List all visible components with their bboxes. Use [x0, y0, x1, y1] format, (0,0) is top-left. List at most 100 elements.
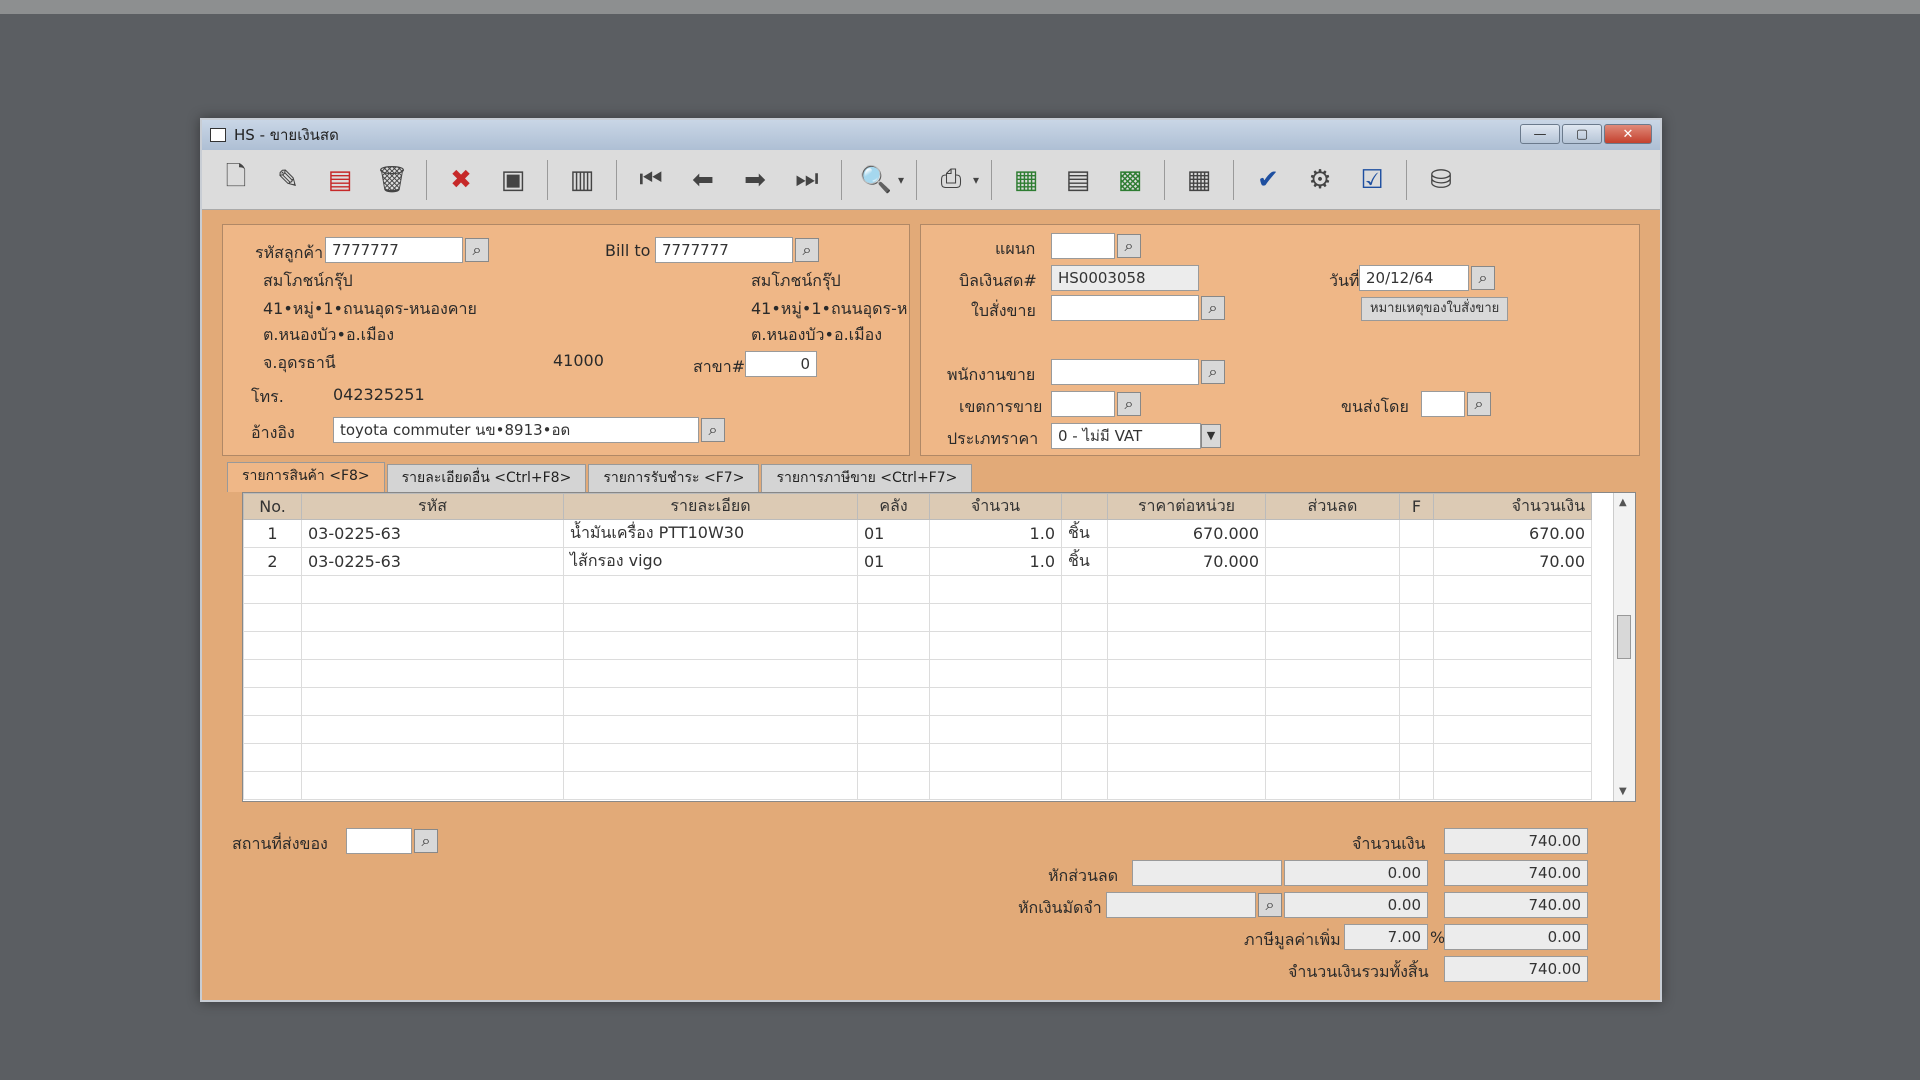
scroll-up-icon[interactable]: ▲: [1619, 497, 1627, 508]
scroll-thumb[interactable]: [1617, 615, 1631, 659]
scroll-down-icon[interactable]: ▼: [1619, 786, 1627, 797]
order-note-button[interactable]: หมายเหตุของใบสั่งขาย: [1361, 297, 1509, 321]
ship-by-search-icon[interactable]: ⌕: [1467, 392, 1491, 416]
branch-field[interactable]: 0: [745, 351, 817, 377]
col-code[interactable]: รหัส: [301, 493, 564, 520]
edit-icon[interactable]: ✎: [266, 158, 310, 202]
sales-order-search-icon[interactable]: ⌕: [1201, 296, 1225, 320]
col-unit-price[interactable]: ราคาต่อหน่วย: [1107, 493, 1266, 520]
department-field[interactable]: [1051, 233, 1115, 259]
salesman-field[interactable]: [1051, 359, 1199, 385]
network-icon[interactable]: ⛁: [1419, 158, 1463, 202]
col-f[interactable]: F: [1399, 493, 1434, 520]
reference-label: อ้างอิง: [251, 423, 295, 442]
first-record-icon[interactable]: ⏮: [629, 158, 673, 202]
tab-sales-tax[interactable]: รายการภาษีขาย <Ctrl+F7>: [761, 464, 973, 492]
next-icon[interactable]: ➡: [733, 158, 777, 202]
row-description[interactable]: น้ำมันเครื่อง PTT10W30: [563, 519, 858, 548]
row-code[interactable]: 03-0225-63: [301, 519, 564, 548]
tools-icon[interactable]: ⚙: [1298, 158, 1342, 202]
printer-dropdown-icon[interactable]: ▾: [973, 173, 979, 187]
table-row[interactable]: 2 03-0225-63 ไส้กรอง vigo 01 1.0 ชิ้น 70…: [243, 547, 1592, 576]
close-button[interactable]: ✕: [1604, 124, 1652, 144]
deposit-search-icon[interactable]: ⌕: [1258, 893, 1282, 917]
reference-field[interactable]: toyota commuter นข•8913•อด: [333, 417, 699, 443]
col-discount[interactable]: ส่วนลด: [1265, 493, 1400, 520]
price-type-select[interactable]: 0 - ไม่มี VAT: [1051, 423, 1201, 449]
row-description[interactable]: ไส้กรอง vigo: [563, 547, 858, 576]
row-unit-price[interactable]: 70.000: [1107, 547, 1266, 576]
ship-to-search-icon[interactable]: ⌕: [414, 829, 438, 853]
trash-icon[interactable]: 🗑: [370, 158, 414, 202]
report3-icon[interactable]: ▩: [1108, 158, 1152, 202]
print-form-icon[interactable]: ▤: [318, 158, 362, 202]
approve-icon[interactable]: ✔: [1246, 158, 1290, 202]
table-row-empty[interactable]: [243, 575, 1592, 604]
col-quantity[interactable]: จำนวน: [929, 493, 1062, 520]
sales-order-field[interactable]: [1051, 295, 1199, 321]
tab-other-details[interactable]: รายละเอียดอื่น <Ctrl+F8>: [386, 464, 587, 492]
salesman-search-icon[interactable]: ⌕: [1201, 360, 1225, 384]
after-discount-value: 740.00: [1444, 860, 1588, 886]
tab-items[interactable]: รายการสินค้า <F8>: [227, 462, 385, 492]
department-search-icon[interactable]: ⌕: [1117, 234, 1141, 258]
cancel-icon[interactable]: ✖: [439, 158, 483, 202]
row-quantity[interactable]: 1.0: [929, 547, 1062, 576]
row-f[interactable]: [1399, 547, 1434, 576]
books-icon[interactable]: ▥: [560, 158, 604, 202]
grid-scrollbar[interactable]: ▲ ▼: [1613, 493, 1635, 801]
row-f[interactable]: [1399, 519, 1434, 548]
row-unit-price[interactable]: 670.000: [1107, 519, 1266, 548]
customer-code-field[interactable]: 7777777: [325, 237, 463, 263]
sales-zone-field[interactable]: [1051, 391, 1115, 417]
col-description[interactable]: รายละเอียด: [563, 493, 858, 520]
table-row-empty[interactable]: [243, 743, 1592, 772]
vat-rate-field[interactable]: 7.00: [1344, 924, 1428, 950]
save-icon[interactable]: ▣: [491, 158, 535, 202]
deposit-field[interactable]: [1106, 892, 1256, 918]
table-row-empty[interactable]: [243, 659, 1592, 688]
bill-to-field[interactable]: 7777777: [655, 237, 793, 263]
table-row-empty[interactable]: [243, 603, 1592, 632]
tab-payments[interactable]: รายการรับชำระ <F7>: [588, 464, 760, 492]
col-warehouse[interactable]: คลัง: [857, 493, 930, 520]
price-type-dropdown-icon[interactable]: ▼: [1201, 424, 1221, 448]
table-row-empty[interactable]: [243, 631, 1592, 660]
previous-icon[interactable]: ⬅: [681, 158, 725, 202]
row-warehouse[interactable]: 01: [857, 519, 930, 548]
report1-icon[interactable]: ▦: [1004, 158, 1048, 202]
row-discount[interactable]: [1265, 519, 1400, 548]
printer-icon[interactable]: ⎙: [929, 158, 973, 202]
bill-to-search-icon[interactable]: ⌕: [795, 238, 819, 262]
sales-zone-search-icon[interactable]: ⌕: [1117, 392, 1141, 416]
bill-no-field[interactable]: HS0003058: [1051, 265, 1199, 291]
customer-search-icon[interactable]: ⌕: [465, 238, 489, 262]
search-dropdown-icon[interactable]: ▾: [898, 173, 904, 187]
ship-to-field[interactable]: [346, 828, 412, 854]
col-amount[interactable]: จำนวนเงิน: [1433, 493, 1592, 520]
search-doc-icon[interactable]: 🔍: [854, 158, 898, 202]
table-row-empty[interactable]: [243, 771, 1592, 800]
new-document-icon[interactable]: 🗋: [214, 158, 258, 202]
col-unit[interactable]: [1061, 493, 1108, 520]
amount-field: 740.00: [1444, 828, 1588, 854]
row-discount[interactable]: [1265, 547, 1400, 576]
row-code[interactable]: 03-0225-63: [301, 547, 564, 576]
report2-icon[interactable]: ▤: [1056, 158, 1100, 202]
maximize-button[interactable]: ▢: [1562, 124, 1602, 144]
calendar-icon[interactable]: ▦: [1177, 158, 1221, 202]
col-no[interactable]: No.: [243, 493, 302, 520]
date-field[interactable]: 20/12/64: [1359, 265, 1469, 291]
ok-icon[interactable]: ☑: [1350, 158, 1394, 202]
table-row[interactable]: 1 03-0225-63 น้ำมันเครื่อง PTT10W30 01 1…: [243, 519, 1592, 548]
ship-by-field[interactable]: [1421, 391, 1465, 417]
table-row-empty[interactable]: [243, 687, 1592, 716]
last-record-icon[interactable]: ⏭: [785, 158, 829, 202]
discount-field[interactable]: [1132, 860, 1282, 886]
table-row-empty[interactable]: [243, 715, 1592, 744]
minimize-button[interactable]: —: [1520, 124, 1560, 144]
row-quantity[interactable]: 1.0: [929, 519, 1062, 548]
row-warehouse[interactable]: 01: [857, 547, 930, 576]
date-picker-icon[interactable]: ⌕: [1471, 266, 1495, 290]
reference-search-icon[interactable]: ⌕: [701, 418, 725, 442]
